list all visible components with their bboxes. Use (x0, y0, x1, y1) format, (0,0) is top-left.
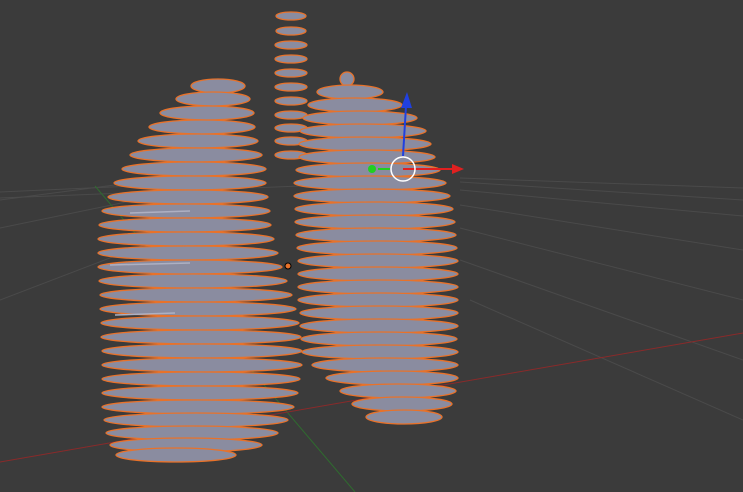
right-lung-slice (325, 370, 459, 386)
right-lung-slice (316, 84, 384, 100)
trachea-slice (275, 11, 307, 21)
trachea-slice (274, 96, 308, 106)
right-lung-slice (296, 240, 458, 256)
grid-line (459, 177, 743, 189)
right-lung-slice (299, 305, 459, 321)
right-lung-slice (365, 409, 443, 425)
right-lung-slice (300, 331, 458, 347)
right-lung-slice (339, 71, 355, 87)
left-lung-slice (100, 329, 302, 345)
lungs-mesh-object[interactable] (97, 11, 459, 463)
right-lung-slice (295, 227, 457, 243)
right-lung-slice (297, 279, 459, 295)
left-lung-slice (97, 259, 283, 275)
right-lung-slice (294, 201, 454, 217)
left-lung-slice (101, 371, 301, 387)
left-lung-slice (159, 105, 255, 121)
left-lung-slice (101, 385, 299, 401)
left-lung-slice (98, 217, 272, 233)
right-lung-slice (298, 136, 432, 152)
left-lung-slice (97, 245, 279, 261)
gizmo-x-arrow-icon[interactable] (452, 164, 464, 174)
trachea-slice (274, 68, 308, 78)
right-lung-slice (297, 266, 459, 282)
left-lung-slice (100, 315, 300, 331)
right-lung-slice (293, 175, 447, 191)
3d-viewport[interactable] (0, 0, 743, 492)
trachea-slice (274, 82, 308, 92)
grid-line (469, 299, 743, 421)
right-lung-slice (299, 123, 427, 139)
trachea-slice (274, 54, 308, 64)
grid-line (459, 181, 743, 201)
grid-line (459, 227, 743, 301)
right-lung-slice (298, 149, 436, 165)
left-lung-slice (98, 273, 288, 289)
left-lung-slice (103, 412, 289, 428)
trachea-slice (274, 40, 308, 50)
left-lung-slice (137, 133, 259, 149)
right-lung-slice (311, 357, 459, 373)
trachea-slice (274, 110, 308, 120)
left-lung-slice (113, 175, 267, 191)
right-lung-slice (351, 396, 453, 412)
right-lung-slice (307, 97, 403, 113)
gizmo-y-handle-icon[interactable] (368, 165, 376, 173)
left-lung-slice (101, 399, 295, 415)
right-lung-slice (297, 253, 459, 269)
left-lung-slice (129, 147, 263, 163)
left-lung-slice (175, 91, 251, 107)
right-lung-slice (301, 344, 459, 360)
origin-point-icon (284, 262, 292, 270)
left-lung-slice (99, 287, 293, 303)
right-lung-slice (293, 188, 451, 204)
left-lung-slice (101, 343, 303, 359)
grid-line (459, 259, 743, 361)
gizmo-z-arrow-icon[interactable] (401, 92, 412, 108)
left-lung-slice (107, 189, 269, 205)
left-lung-slice (97, 231, 275, 247)
right-lung-slice (294, 214, 456, 230)
trachea-slice (275, 26, 307, 36)
left-lung-slice (121, 161, 267, 177)
left-lung-slice (101, 357, 303, 373)
right-lung-slice (339, 383, 457, 399)
left-lung-slice (115, 447, 237, 463)
right-lung-slice (297, 292, 459, 308)
scene-canvas[interactable] (0, 0, 743, 492)
right-lung-slice (302, 110, 418, 126)
left-lung-slice (190, 78, 246, 94)
left-lung-slice (148, 119, 256, 135)
right-lung-slice (299, 318, 459, 334)
